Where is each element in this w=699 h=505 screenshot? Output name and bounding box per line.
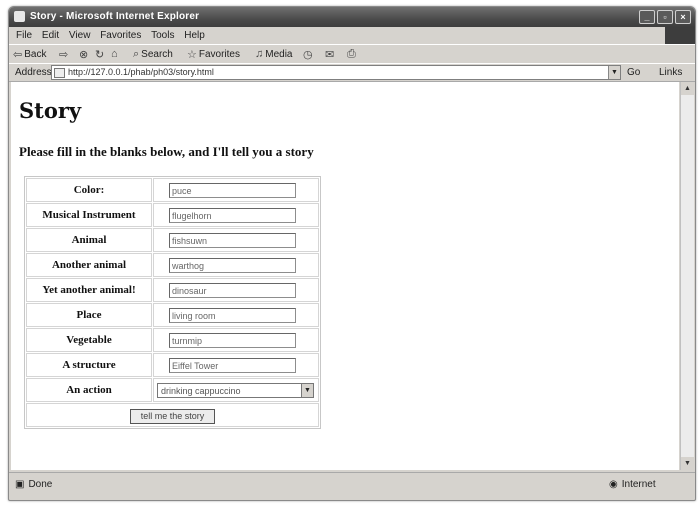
form-row: Place living room (26, 303, 319, 327)
story-form-table: Color: puce Musical Instrument flugelhor… (24, 176, 321, 429)
back-button[interactable]: ⇦ Back (13, 48, 46, 61)
structure-input[interactable]: Eiffel Tower (169, 357, 296, 373)
mail-icon: ✉ (325, 49, 335, 61)
menu-file[interactable]: File (16, 30, 32, 41)
search-button[interactable]: ⌕ Search (133, 48, 173, 61)
history-icon: ◷ (303, 49, 313, 61)
chevron-down-icon[interactable]: ▼ (301, 383, 313, 397)
window-title: Story - Microsoft Internet Explorer (30, 11, 200, 22)
field-label: An action (26, 378, 152, 402)
page-content: Story Please fill in the blanks below, a… (11, 82, 679, 470)
media-button[interactable]: ♫ Media (255, 48, 293, 60)
mail-button[interactable]: ✉ (325, 48, 334, 61)
vegetable-input[interactable]: turnmip (169, 332, 296, 348)
forward-arrow-icon: ⇨ (59, 49, 69, 61)
field-label: Place (26, 303, 152, 327)
scroll-down-icon[interactable]: ▼ (681, 457, 694, 470)
field-label: Another animal (26, 253, 152, 277)
field-label: Yet another animal! (26, 278, 152, 302)
color-input[interactable]: puce (169, 182, 296, 198)
minimize-button[interactable]: _ (639, 10, 655, 24)
instrument-input[interactable]: flugelhorn (169, 207, 296, 223)
field-label: Vegetable (26, 328, 152, 352)
form-row: Yet another animal! dinosaur (26, 278, 319, 302)
form-row: Color: puce (26, 178, 319, 202)
page-title: Story (19, 98, 82, 123)
media-icon: ♫ (255, 48, 264, 60)
action-selected-value: drinking cappuccino (161, 385, 241, 396)
scroll-up-icon[interactable]: ▲ (681, 82, 694, 95)
status-text: Done (28, 479, 53, 490)
address-label: Address (15, 67, 52, 78)
field-label: Musical Instrument (26, 203, 152, 227)
form-row: Animal fishsuwn (26, 228, 319, 252)
field-label: Animal (26, 228, 152, 252)
address-url: http://127.0.0.1/phab/ph03/story.html (68, 67, 214, 77)
submit-button[interactable]: tell me the story (129, 409, 216, 424)
forward-button[interactable]: ⇨ (59, 48, 68, 61)
form-row: An action drinking cappuccino ▼ (26, 378, 319, 402)
home-button[interactable]: ⌂ (111, 48, 118, 60)
field-label: A structure (26, 353, 152, 377)
address-bar: Address http://127.0.0.1/phab/ph03/story… (9, 63, 695, 82)
form-row: A structure Eiffel Tower (26, 353, 319, 377)
menu-favorites[interactable]: Favorites (100, 30, 141, 41)
menu-help[interactable]: Help (184, 30, 205, 41)
menu-tools[interactable]: Tools (151, 30, 174, 41)
star-icon: ☆ (187, 49, 197, 61)
refresh-icon: ↻ (95, 49, 105, 61)
close-button[interactable]: × (675, 10, 691, 24)
print-button[interactable]: ⎙ (347, 48, 356, 61)
action-select[interactable]: drinking cappuccino ▼ (157, 382, 314, 398)
go-button[interactable]: Go (627, 67, 640, 78)
status-bar: ▣ Done ◉ Internet (9, 472, 695, 499)
stop-icon: ⊗ (79, 49, 89, 61)
vertical-scrollbar[interactable]: ▲ ▼ (680, 82, 694, 470)
place-input[interactable]: living room (169, 307, 296, 323)
toolbar: ⇦ Back ⇨ ⊗ ↻ ⌂ ⌕ Search ☆ Favorites ♫ Me… (9, 44, 695, 63)
title-bar: Story - Microsoft Internet Explorer _ ▫ … (9, 7, 695, 27)
zone-text: Internet (621, 479, 656, 490)
home-icon: ⌂ (111, 48, 118, 60)
search-icon: ⌕ (133, 48, 140, 60)
address-dropdown-icon[interactable]: ▼ (608, 66, 620, 79)
stop-button[interactable]: ⊗ (79, 48, 88, 61)
menu-edit[interactable]: Edit (42, 30, 59, 41)
page-instructions: Please fill in the blanks below, and I'l… (19, 144, 314, 159)
print-icon: ⎙ (347, 48, 356, 60)
form-row: Another animal warthog (26, 253, 319, 277)
history-button[interactable]: ◷ (303, 48, 313, 61)
windows-logo (665, 27, 695, 44)
form-row: Musical Instrument flugelhorn (26, 203, 319, 227)
back-arrow-icon: ⇦ (13, 49, 23, 61)
browser-window: Story - Microsoft Internet Explorer _ ▫ … (8, 6, 696, 501)
form-row: Vegetable turnmip (26, 328, 319, 352)
field-label: Color: (26, 178, 152, 202)
menu-view[interactable]: View (69, 30, 91, 41)
favorites-button[interactable]: ☆ Favorites (187, 48, 240, 61)
internet-zone-icon: ◉ (609, 479, 618, 490)
animal-input[interactable]: fishsuwn (169, 232, 296, 248)
menu-bar: File Edit View Favorites Tools Help (9, 27, 695, 44)
form-row: tell me the story (26, 403, 319, 427)
maximize-button[interactable]: ▫ (657, 10, 673, 24)
page-icon (54, 68, 65, 78)
ie-logo-icon (14, 11, 25, 22)
address-input[interactable]: http://127.0.0.1/phab/ph03/story.html ▼ (51, 65, 621, 80)
yet-another-animal-input[interactable]: dinosaur (169, 282, 296, 298)
page-done-icon: ▣ (15, 479, 25, 490)
links-button[interactable]: Links (659, 67, 682, 78)
another-animal-input[interactable]: warthog (169, 257, 296, 273)
refresh-button[interactable]: ↻ (95, 48, 104, 61)
